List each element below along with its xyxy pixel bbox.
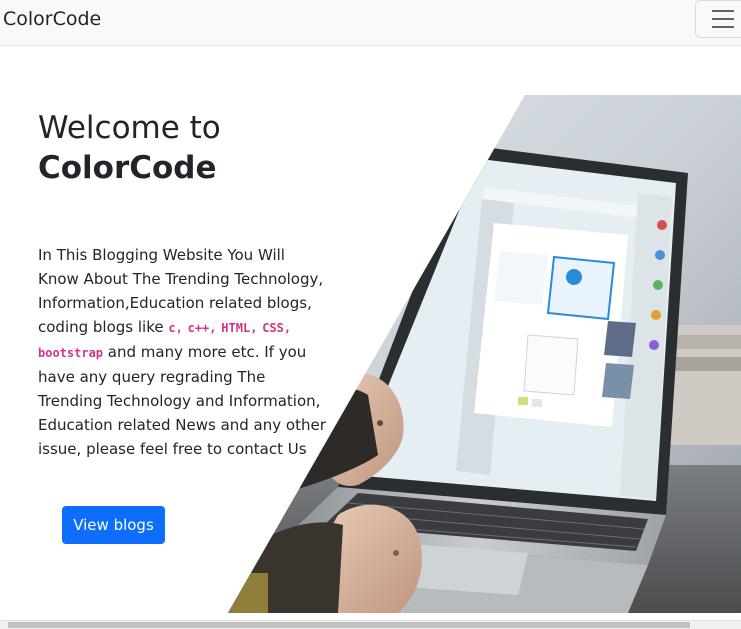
scrollbar-thumb[interactable] xyxy=(8,622,690,628)
horizontal-scrollbar[interactable] xyxy=(0,620,741,629)
navbar-toggler-button[interactable] xyxy=(695,0,741,38)
intro-text-part2: and many more etc. If you have any query… xyxy=(38,343,326,458)
hero-intro-text: In This Blogging Website You Will Know A… xyxy=(38,243,330,461)
code-tag: bootstrap xyxy=(38,346,104,360)
view-blogs-button[interactable]: View blogs xyxy=(62,506,165,544)
hero-heading-line2: ColorCode xyxy=(38,150,217,186)
hero-heading-line1: Welcome to xyxy=(38,110,221,146)
code-tag: HTML, xyxy=(221,321,258,335)
code-tag: c, xyxy=(168,321,183,335)
code-tag: CSS, xyxy=(262,321,292,335)
navbar: ColorCode xyxy=(0,0,741,46)
hero-heading: Welcome to ColorCode xyxy=(38,108,221,188)
code-tag: c++, xyxy=(187,321,217,335)
navbar-brand[interactable]: ColorCode xyxy=(3,7,101,31)
